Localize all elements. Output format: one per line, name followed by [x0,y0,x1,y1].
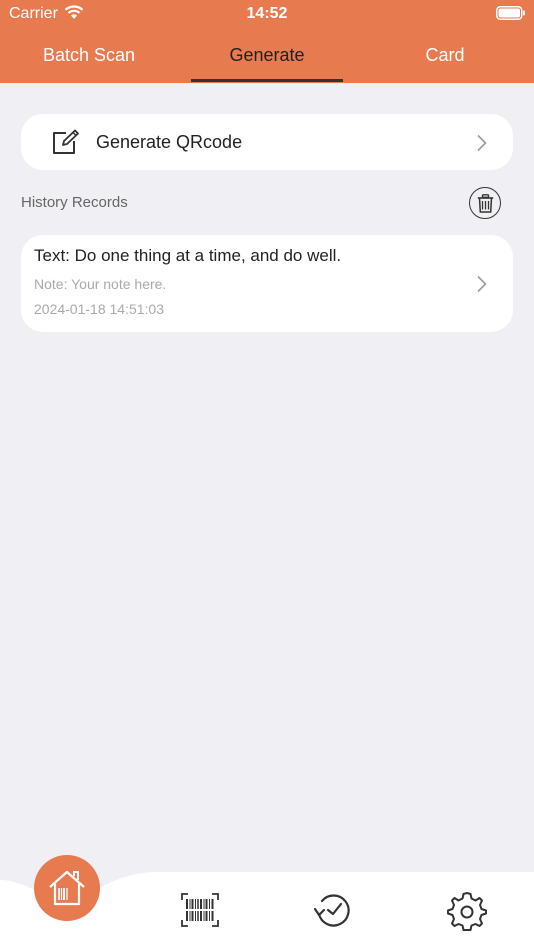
chevron-right-icon [476,275,488,298]
chevron-right-icon [476,134,488,157]
history-records-title: History Records [21,194,128,211]
record-date: 2024-01-18 14:51:03 [34,301,164,317]
edit-icon [52,129,80,160]
history-record-item[interactable]: Text: Do one thing at a time, and do wel… [21,235,513,332]
history-icon[interactable] [313,892,353,933]
generate-qrcode-button[interactable]: Generate QRcode [21,114,513,170]
trash-icon [477,194,494,213]
home-icon [49,870,85,906]
tab-generate[interactable]: Generate [191,36,343,83]
generate-qrcode-label: Generate QRcode [96,132,243,152]
status-bar: Carrier 14:52 [0,0,534,28]
battery-icon [496,6,526,25]
active-tab-indicator [191,79,343,82]
record-note: Note: Your note here. [34,276,167,292]
settings-icon[interactable] [447,891,487,936]
tab-bar: Batch Scan Generate Card [0,36,534,83]
home-nav-button[interactable] [34,855,100,921]
tab-batch-scan[interactable]: Batch Scan [0,36,178,83]
tab-card[interactable]: Card [356,36,534,83]
clear-history-button[interactable] [469,187,501,219]
barcode-icon[interactable] [181,893,219,932]
status-time: 14:52 [246,5,288,22]
top-header: Carrier 14:52 Batch Scan Generate Card [0,0,534,83]
record-text: Text: Do one thing at a time, and do wel… [34,246,342,265]
